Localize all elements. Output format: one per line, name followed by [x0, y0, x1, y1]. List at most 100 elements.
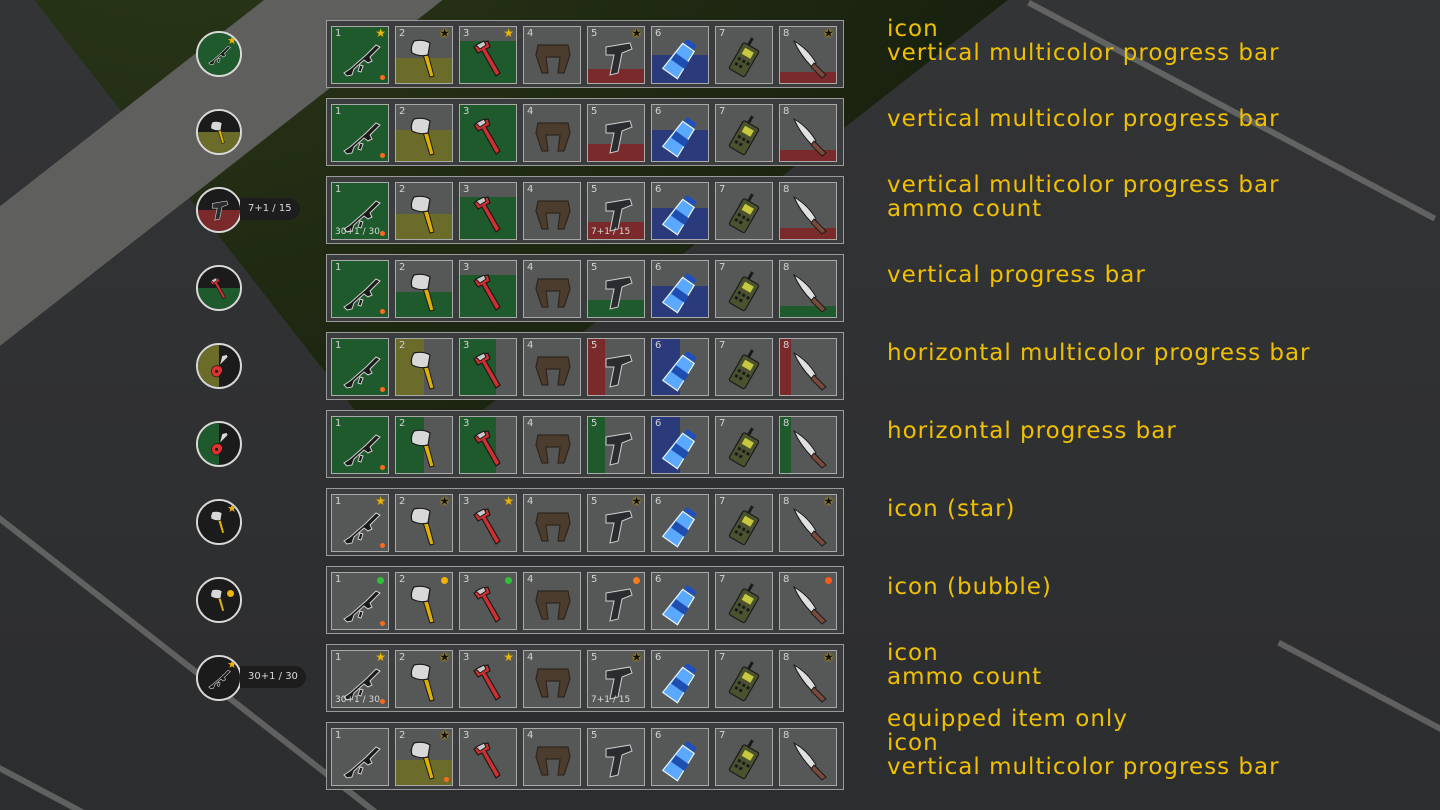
- hotbar-slot-2[interactable]: 2: [395, 572, 453, 630]
- variant-label: vertical progress bar: [887, 262, 1146, 288]
- equipped-item-indicator[interactable]: [196, 343, 242, 389]
- hotbar-slot-3[interactable]: 3 ★: [459, 494, 517, 552]
- equipped-item-indicator[interactable]: ★: [196, 499, 242, 545]
- equipped-item-indicator[interactable]: [196, 265, 242, 311]
- hotbar-slot-4[interactable]: 4: [523, 416, 581, 474]
- hotbar-slot-7[interactable]: 7: [715, 650, 773, 708]
- hotbar-slot-6[interactable]: 6: [651, 650, 709, 708]
- hotbar-slot-3[interactable]: 3: [459, 416, 517, 474]
- hotbar-slot-6[interactable]: 6: [651, 728, 709, 786]
- equipped-dot-icon: [380, 699, 385, 704]
- hotbar-slot-8[interactable]: 8: [779, 416, 837, 474]
- slot-number: 2: [399, 574, 406, 585]
- hotbar-slot-2[interactable]: 2: [395, 104, 453, 162]
- hotbar-slot-5[interactable]: 5: [587, 338, 645, 396]
- hotbar-slot-3[interactable]: 3: [459, 182, 517, 240]
- hotbar-slot-3[interactable]: 3: [459, 728, 517, 786]
- hotbar-slot-8[interactable]: 8 ★: [779, 26, 837, 84]
- hotbar-slot-5[interactable]: 5 ★: [587, 26, 645, 84]
- hotbar-slot-3[interactable]: 3: [459, 338, 517, 396]
- hotbar-slot-4[interactable]: 4: [523, 26, 581, 84]
- hotbar-slot-8[interactable]: 8: [779, 572, 837, 630]
- hotbar-slot-2[interactable]: 2 ★: [395, 728, 453, 786]
- hotbar-slot-1[interactable]: 1: [331, 572, 389, 630]
- hotbar-slot-2[interactable]: 2: [395, 182, 453, 240]
- hotbar-slot-8[interactable]: 8 ★: [779, 494, 837, 552]
- equipped-item-indicator[interactable]: [196, 187, 242, 233]
- equipped-item-indicator[interactable]: [196, 109, 242, 155]
- hotbar-slot-4[interactable]: 4: [523, 104, 581, 162]
- hotbar-slot-2[interactable]: 2 ★: [395, 26, 453, 84]
- hotbar-slot-5[interactable]: 5 ★: [587, 494, 645, 552]
- hotbar-slot-8[interactable]: 8: [779, 260, 837, 318]
- hotbar-slot-3[interactable]: 3 ★: [459, 26, 517, 84]
- hotbar-slot-3[interactable]: 3 ★: [459, 650, 517, 708]
- hotbar-slot-6[interactable]: 6: [651, 182, 709, 240]
- hotbar-slot-2[interactable]: 2 ★: [395, 494, 453, 552]
- hotbar-slot-7[interactable]: 7: [715, 338, 773, 396]
- hotbar-slot-4[interactable]: 4: [523, 650, 581, 708]
- hotbar-slot-7[interactable]: 7: [715, 26, 773, 84]
- hotbar-slot-2[interactable]: 2: [395, 416, 453, 474]
- hotbar-slot-5[interactable]: 5: [587, 104, 645, 162]
- hotbar-slot-6[interactable]: 6: [651, 338, 709, 396]
- hotbar-slot-8[interactable]: 8: [779, 182, 837, 240]
- hotbar-slot-8[interactable]: 8: [779, 104, 837, 162]
- hotbar-slot-7[interactable]: 7: [715, 572, 773, 630]
- hotbar-slot-7[interactable]: 7: [715, 104, 773, 162]
- hotbar-slot-7[interactable]: 7: [715, 182, 773, 240]
- hotbar-slot-1[interactable]: 1 ★: [331, 26, 389, 84]
- knife-icon: [784, 579, 834, 629]
- pistol-icon: [592, 735, 642, 785]
- star-icon: ★: [375, 650, 386, 664]
- equipped-item-indicator[interactable]: ★: [196, 655, 242, 701]
- hotbar-slot-4[interactable]: 4: [523, 182, 581, 240]
- hotbar-slot-5[interactable]: 5: [587, 728, 645, 786]
- star-icon: ★: [823, 650, 834, 664]
- hotbar-slot-7[interactable]: 7: [715, 494, 773, 552]
- hotbar-slot-6[interactable]: 6: [651, 416, 709, 474]
- hotbar-slot-1[interactable]: 1 ★: [331, 494, 389, 552]
- hotbar-slot-2[interactable]: 2 ★: [395, 650, 453, 708]
- equipped-item-indicator[interactable]: ★: [196, 31, 242, 77]
- hotbar-slot-7[interactable]: 7: [715, 728, 773, 786]
- hotbar-slot-8[interactable]: 8: [779, 728, 837, 786]
- hotbar-slot-6[interactable]: 6: [651, 104, 709, 162]
- hotbar: 1 ★ 30+1 / 30 2 ★ 3 ★ 4 5 ★ 7+1 / 15 6 7 8 ★: [326, 644, 844, 712]
- hotbar-slot-1[interactable]: 1 30+1 / 30: [331, 182, 389, 240]
- slot-number: 3: [463, 418, 470, 429]
- hotbar-slot-1[interactable]: 1: [331, 104, 389, 162]
- hotbar-slot-5[interactable]: 5: [587, 260, 645, 318]
- pistol-icon: [592, 267, 642, 317]
- hotbar-slot-6[interactable]: 6: [651, 572, 709, 630]
- hotbar-slot-5[interactable]: 5 7+1 / 15: [587, 182, 645, 240]
- hotbar-slot-8[interactable]: 8: [779, 338, 837, 396]
- hotbar-slot-5[interactable]: 5: [587, 416, 645, 474]
- equipped-item-indicator[interactable]: [196, 577, 242, 623]
- hotbar-slot-4[interactable]: 4: [523, 572, 581, 630]
- hotbar-slot-7[interactable]: 7: [715, 260, 773, 318]
- equipped-item-indicator[interactable]: [196, 421, 242, 467]
- hotbar-slot-2[interactable]: 2: [395, 338, 453, 396]
- hotbar-slot-4[interactable]: 4: [523, 494, 581, 552]
- hotbar-slot-7[interactable]: 7: [715, 416, 773, 474]
- hotbar-slot-8[interactable]: 8 ★: [779, 650, 837, 708]
- hotbar-slot-6[interactable]: 6: [651, 260, 709, 318]
- hotbar-slot-5[interactable]: 5: [587, 572, 645, 630]
- hotbar-slot-1[interactable]: 1: [331, 728, 389, 786]
- hotbar-slot-4[interactable]: 4: [523, 260, 581, 318]
- hotbar-slot-6[interactable]: 6: [651, 26, 709, 84]
- hotbar-slot-3[interactable]: 3: [459, 104, 517, 162]
- hotbar-slot-1[interactable]: 1: [331, 338, 389, 396]
- hotbar-slot-2[interactable]: 2: [395, 260, 453, 318]
- hotbar-slot-3[interactable]: 3: [459, 572, 517, 630]
- hotbar-slot-1[interactable]: 1: [331, 260, 389, 318]
- hotbar-slot-6[interactable]: 6: [651, 494, 709, 552]
- hotbar-slot-3[interactable]: 3: [459, 260, 517, 318]
- hotbar-slot-1[interactable]: 1 ★ 30+1 / 30: [331, 650, 389, 708]
- hotbar-slot-1[interactable]: 1: [331, 416, 389, 474]
- hotbar-slot-4[interactable]: 4: [523, 338, 581, 396]
- hotbar-slot-4[interactable]: 4: [523, 728, 581, 786]
- hotbar-slot-5[interactable]: 5 ★ 7+1 / 15: [587, 650, 645, 708]
- belt-icon: [528, 33, 578, 83]
